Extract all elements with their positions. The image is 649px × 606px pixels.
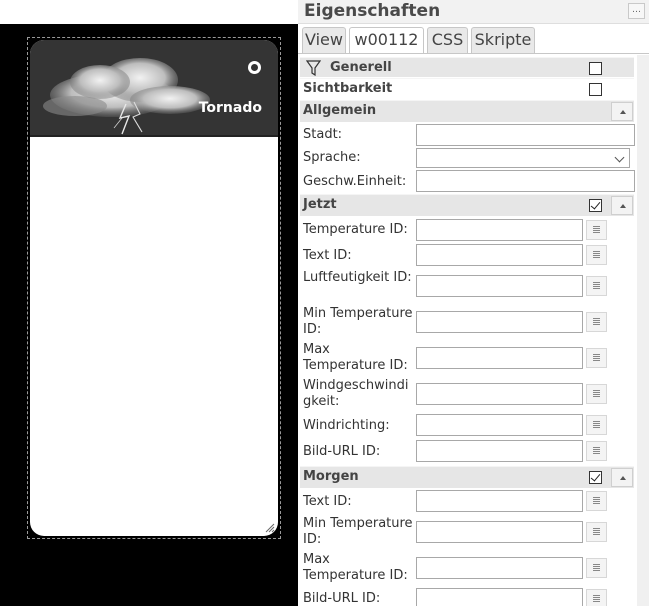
object-picker-button[interactable] bbox=[586, 276, 607, 296]
luftfeutigkeit-id-input[interactable] bbox=[416, 275, 583, 297]
field-row: Text ID: bbox=[298, 243, 649, 269]
field-row: Min Temperature ID: bbox=[298, 305, 649, 341]
object-picker-button[interactable] bbox=[586, 312, 607, 332]
section-generell[interactable]: Generell bbox=[300, 57, 634, 77]
geschw-einheit-input[interactable] bbox=[416, 170, 635, 192]
section-morgen[interactable]: Morgen bbox=[300, 466, 634, 488]
weather-header: Tornado bbox=[30, 40, 278, 137]
temperature-id-input[interactable] bbox=[416, 219, 583, 241]
panel-title: Eigenschaften bbox=[304, 1, 441, 21]
field-label: Windgeschwindigkeit: bbox=[303, 378, 409, 409]
weather-widget-body: Tornado bbox=[30, 40, 278, 536]
widget-label: Tornado bbox=[198, 100, 262, 116]
field-row: Temperature ID: bbox=[298, 217, 649, 243]
tab-css[interactable]: CSS bbox=[427, 27, 468, 53]
object-picker-button[interactable] bbox=[586, 522, 607, 542]
field-row: Min Temperature ID: bbox=[298, 515, 649, 551]
bild-url-id-input[interactable] bbox=[416, 440, 583, 462]
windgeschwindigkeit-input[interactable] bbox=[416, 383, 583, 405]
section-label-sichtbarkeit: Sichtbarkeit bbox=[303, 81, 393, 96]
app-window: Tornado Eigenschaften … View w00112 CSS … bbox=[0, 0, 649, 606]
field-row: Text ID: bbox=[298, 489, 649, 515]
windrichting-input[interactable] bbox=[416, 414, 583, 436]
tab-view[interactable]: View bbox=[302, 27, 346, 53]
field-label: Sprache: bbox=[303, 150, 361, 165]
field-row: Bild-URL ID: bbox=[298, 439, 649, 465]
field-label: Min Temperature ID: bbox=[303, 516, 413, 547]
field-row-geschw: Geschw.Einheit: bbox=[298, 169, 649, 193]
object-picker-button[interactable] bbox=[586, 589, 607, 606]
object-picker-button[interactable] bbox=[586, 441, 607, 461]
thunderstorm-cloud-image bbox=[43, 58, 210, 135]
resize-handle-icon[interactable] bbox=[264, 522, 275, 533]
weather-widget[interactable]: Tornado bbox=[27, 37, 281, 539]
morgen-min-temperature-id-input[interactable] bbox=[416, 521, 583, 543]
tab-divider bbox=[298, 53, 649, 54]
field-label: Stadt: bbox=[303, 127, 343, 142]
panel-title-bar: Eigenschaften … bbox=[298, 0, 649, 24]
field-label: Max Temperature ID: bbox=[303, 552, 408, 583]
object-picker-button[interactable] bbox=[586, 348, 607, 368]
jetzt-checkbox[interactable] bbox=[589, 199, 602, 212]
radio-icon[interactable] bbox=[248, 61, 261, 74]
jetzt-collapse-button[interactable] bbox=[611, 196, 633, 215]
generell-checkbox[interactable] bbox=[589, 62, 602, 75]
sprache-select[interactable] bbox=[416, 148, 630, 168]
min-temperature-id-input[interactable] bbox=[416, 311, 583, 333]
field-row: Max Temperature ID: bbox=[298, 551, 649, 587]
field-label: Windrichting: bbox=[303, 418, 390, 433]
field-row: Max Temperature ID: bbox=[298, 341, 649, 377]
field-label: Max Temperature ID: bbox=[303, 342, 408, 373]
object-picker-button[interactable] bbox=[586, 558, 607, 578]
stadt-input[interactable] bbox=[416, 124, 635, 146]
properties-panel: Eigenschaften … View w00112 CSS Skripte … bbox=[298, 0, 649, 606]
field-row: Bild-URL ID: bbox=[298, 587, 649, 606]
field-row: Windgeschwindigkeit: bbox=[298, 377, 649, 413]
object-picker-button[interactable] bbox=[586, 245, 607, 265]
max-temperature-id-input[interactable] bbox=[416, 347, 583, 369]
section-label-generell: Generell bbox=[330, 60, 392, 75]
section-label-jetzt: Jetzt bbox=[303, 197, 337, 212]
object-picker-button[interactable] bbox=[586, 491, 607, 511]
section-jetzt[interactable]: Jetzt bbox=[300, 194, 634, 216]
editor-canvas[interactable]: Tornado bbox=[0, 24, 298, 606]
field-label: Bild-URL ID: bbox=[303, 591, 381, 606]
section-allgemein[interactable]: Allgemein bbox=[300, 100, 634, 122]
field-label: Text ID: bbox=[303, 494, 352, 509]
tab-skripte[interactable]: Skripte bbox=[471, 27, 535, 53]
morgen-bild-url-id-input[interactable] bbox=[416, 588, 583, 606]
object-picker-button[interactable] bbox=[586, 220, 607, 240]
morgen-collapse-button[interactable] bbox=[611, 468, 633, 487]
panel-menu-icon[interactable]: … bbox=[628, 3, 645, 19]
section-label-morgen: Morgen bbox=[303, 469, 359, 484]
field-row: Luftfeutigkeit ID: bbox=[298, 269, 649, 305]
object-picker-button[interactable] bbox=[586, 415, 607, 435]
morgen-max-temperature-id-input[interactable] bbox=[416, 557, 583, 579]
chevron-down-icon bbox=[614, 152, 625, 163]
field-label: Text ID: bbox=[303, 248, 352, 263]
morgen-text-id-input[interactable] bbox=[416, 490, 583, 512]
panel-scrollbar[interactable] bbox=[637, 55, 649, 606]
sichtbarkeit-checkbox[interactable] bbox=[589, 83, 602, 96]
section-sichtbarkeit[interactable]: Sichtbarkeit bbox=[300, 78, 634, 99]
field-label: Bild-URL ID: bbox=[303, 444, 381, 459]
tab-w00112[interactable]: w00112 bbox=[349, 27, 424, 54]
field-label: Min Temperature ID: bbox=[303, 306, 413, 337]
field-label: Luftfeutigkeit ID: bbox=[303, 270, 412, 285]
field-label: Temperature ID: bbox=[303, 222, 408, 237]
field-label: Geschw.Einheit: bbox=[303, 174, 407, 189]
field-row: Windrichting: bbox=[298, 413, 649, 439]
field-row-sprache: Sprache: bbox=[298, 147, 649, 169]
morgen-checkbox[interactable] bbox=[589, 471, 602, 484]
filter-icon[interactable] bbox=[306, 60, 321, 76]
allgemein-collapse-button[interactable] bbox=[611, 102, 633, 121]
field-row-stadt: Stadt: bbox=[298, 123, 649, 147]
section-label-allgemein: Allgemein bbox=[303, 103, 377, 118]
object-picker-button[interactable] bbox=[586, 384, 607, 404]
text-id-input[interactable] bbox=[416, 244, 583, 266]
